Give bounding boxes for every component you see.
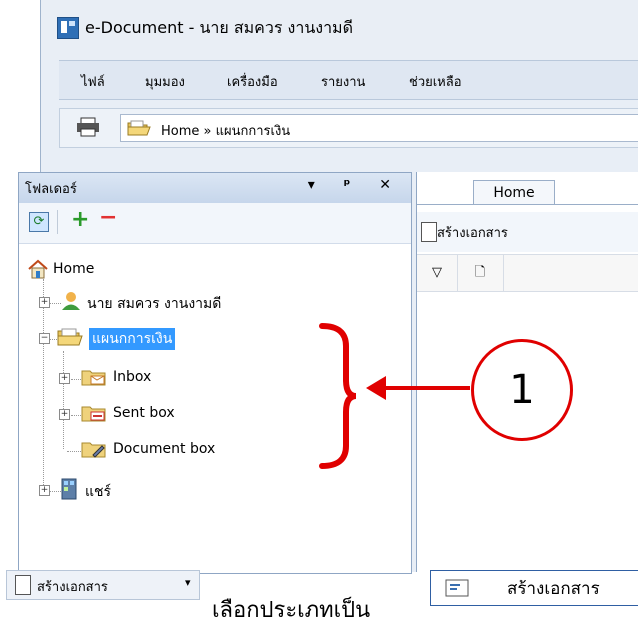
tab-home[interactable]: Home: [473, 180, 555, 205]
menu-tools[interactable]: เครื่องมือ: [227, 71, 278, 92]
tree-node-sent[interactable]: + Sent box: [59, 403, 259, 427]
arrow-head-icon: [366, 376, 386, 400]
app-icon: [57, 17, 79, 39]
address-text: Home » แผนกการเงิน: [161, 124, 291, 139]
menu-bar: ไฟล์ มุมมอง เครื่องมือ รายงาน ช่วยเหลือ: [59, 60, 638, 100]
tree-label-share: แชร์: [85, 484, 112, 500]
folder-pane-toolbar: ⟳ + −: [19, 203, 411, 244]
tree-node-docbox[interactable]: Document box: [59, 439, 319, 463]
folder-pane-header: โฟลเดอร์ ▾ ᵖ ✕: [19, 173, 411, 204]
create-document-dropdown[interactable]: สร้างเอกสาร ▾: [6, 570, 200, 600]
home-icon: [28, 259, 48, 279]
grid-header: ▽ 🗋: [417, 254, 638, 292]
expand-icon[interactable]: +: [39, 297, 50, 308]
tree-label-inbox: Inbox: [113, 369, 152, 385]
create-document-button[interactable]: สร้างเอกสาร: [437, 222, 508, 243]
menu-help[interactable]: ช่วยเหลือ: [409, 71, 462, 92]
toolbar-divider: [57, 210, 58, 234]
add-folder-icon[interactable]: +: [71, 207, 89, 232]
expand-icon[interactable]: +: [39, 485, 50, 496]
user-icon: [62, 292, 80, 310]
expand-icon[interactable]: +: [59, 409, 70, 420]
tree-label-docbox: Document box: [113, 441, 216, 457]
window-title: e-Document - นาย สมควร งานงามดี: [85, 18, 353, 37]
create-document-label: สร้างเอกสาร: [37, 580, 108, 595]
folder-open-icon: [127, 120, 151, 136]
collapse-icon[interactable]: −: [39, 333, 50, 344]
title-bar: e-Document - นาย สมควร งานงามดี: [41, 0, 638, 60]
tree-node-user[interactable]: + นาย สมควร งานงามดี: [37, 291, 317, 315]
tree-node-inbox[interactable]: + Inbox: [59, 367, 259, 391]
pane-controls[interactable]: ▾ ᵖ ✕: [308, 177, 403, 193]
refresh-icon[interactable]: ⟳: [29, 212, 49, 232]
toolbar: Home » แผนกการเงิน: [59, 108, 638, 148]
brace-annotation: [319, 323, 357, 469]
arrow-line: [378, 386, 470, 390]
document-column-icon[interactable]: 🗋: [457, 255, 504, 291]
tree-node-dept[interactable]: − แผนกการเงิน: [37, 327, 297, 351]
tree-label-sent: Sent box: [113, 405, 175, 421]
content-toolbar: สร้างเอกสาร: [417, 212, 638, 252]
address-bar[interactable]: Home » แผนกการเงิน: [120, 114, 638, 142]
document-folder-icon: [81, 442, 106, 458]
document-type-icon: [445, 579, 469, 597]
step-number-badge: 1: [471, 339, 573, 441]
tree-label-home: Home: [53, 261, 95, 277]
document-type-label: สร้างเอกสาร: [507, 579, 600, 599]
document-icon: [15, 575, 31, 595]
menu-reports[interactable]: รายงาน: [321, 71, 365, 92]
inbox-folder-icon: [81, 370, 106, 386]
chevron-down-icon: ▾: [185, 576, 191, 589]
expand-icon[interactable]: +: [59, 373, 70, 384]
folder-pane-title: โฟลเดอร์: [25, 182, 77, 197]
printer-icon[interactable]: [76, 117, 100, 137]
menu-file[interactable]: ไฟล์: [81, 71, 105, 92]
tree-line: [63, 351, 64, 449]
menu-view[interactable]: มุมมอง: [145, 71, 185, 92]
document-type-option[interactable]: สร้างเอกสาร: [430, 570, 638, 606]
filter-icon[interactable]: ▽: [417, 255, 458, 291]
folder-open-icon: [57, 328, 83, 346]
document-icon: [421, 222, 437, 242]
sent-folder-icon: [81, 406, 106, 422]
share-icon: [61, 478, 77, 500]
tab-underline: [417, 204, 638, 205]
tree-node-share[interactable]: + แชร์: [37, 478, 237, 503]
remove-folder-icon[interactable]: −: [99, 205, 117, 230]
tree-label-dept: แผนกการเงิน: [89, 328, 176, 350]
instruction-text: เลือกประเภทเป็น: [212, 598, 371, 623]
tree-label-user: นาย สมควร งานงามดี: [87, 296, 222, 312]
tree-node-home[interactable]: Home: [27, 259, 227, 283]
